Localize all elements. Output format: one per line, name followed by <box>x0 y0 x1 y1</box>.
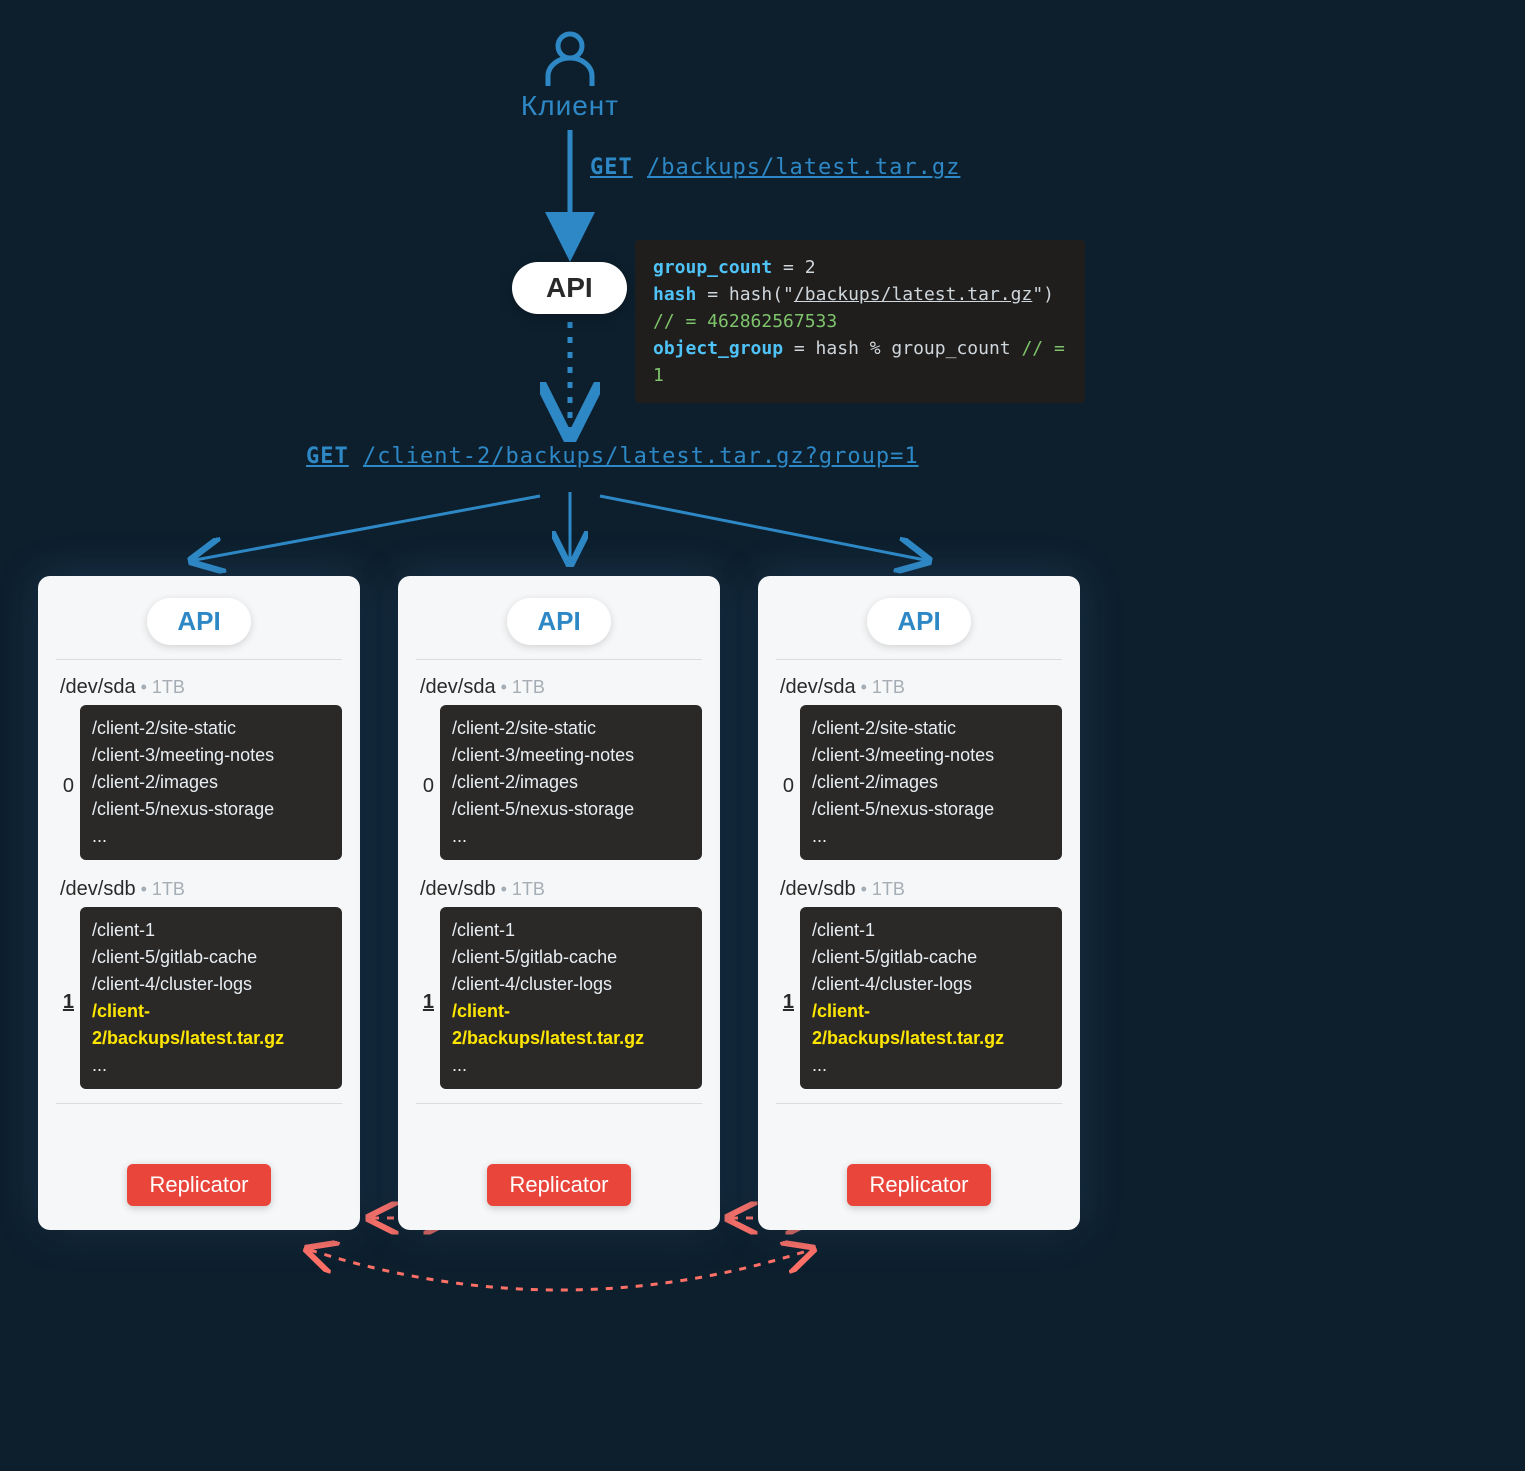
replicator-badge: Replicator <box>127 1164 270 1206</box>
device-sda: /dev/sda • 1TB <box>420 676 702 699</box>
client-icon <box>540 28 600 88</box>
device-sda: /dev/sda • 1TB <box>780 676 1062 699</box>
storage-node-3: API /dev/sda • 1TB 0 /client-2/site-stat… <box>758 576 1080 1230</box>
group-index-0: 0 <box>56 775 74 798</box>
node-api-pill: API <box>867 598 970 645</box>
node-api-pill: API <box>147 598 250 645</box>
storage-node-1: API /dev/sda • 1TB 0 /client-2/site-stat… <box>38 576 360 1230</box>
group-1-contents: /client-1/client-5/gitlab-cache/client-4… <box>80 907 342 1089</box>
storage-node-2: API /dev/sda • 1TB 0 /client-2/site-stat… <box>398 576 720 1230</box>
group-0-contents: /client-2/site-static/client-3/meeting-n… <box>440 705 702 860</box>
group-index-0: 0 <box>776 775 794 798</box>
device-sdb: /dev/sdb • 1TB <box>780 878 1062 901</box>
node-api-pill: API <box>507 598 610 645</box>
group-0-contents: /client-2/site-static/client-3/meeting-n… <box>800 705 1062 860</box>
device-sdb: /dev/sdb • 1TB <box>420 878 702 901</box>
api-gateway-pill: API <box>512 262 627 314</box>
group-index-1: 1 <box>56 991 74 1014</box>
group-index-1: 1 <box>776 991 794 1014</box>
replicator-badge: Replicator <box>487 1164 630 1206</box>
group-0-contents: /client-2/site-static/client-3/meeting-n… <box>80 705 342 860</box>
device-sda: /dev/sda • 1TB <box>60 676 342 699</box>
hash-computation-code: group_count = 2 hash = hash("/backups/la… <box>635 240 1085 403</box>
group-1-contents: /client-1/client-5/gitlab-cache/client-4… <box>440 907 702 1089</box>
request-api-to-nodes: GET /client-2/backups/latest.tar.gz?grou… <box>306 444 919 469</box>
request-client-to-api: GET /backups/latest.tar.gz <box>590 155 960 180</box>
client-label: Клиент <box>490 90 650 122</box>
group-index-1: 1 <box>416 991 434 1014</box>
group-1-contents: /client-1/client-5/gitlab-cache/client-4… <box>800 907 1062 1089</box>
replicator-badge: Replicator <box>847 1164 990 1206</box>
group-index-0: 0 <box>416 775 434 798</box>
device-sdb: /dev/sdb • 1TB <box>60 878 342 901</box>
